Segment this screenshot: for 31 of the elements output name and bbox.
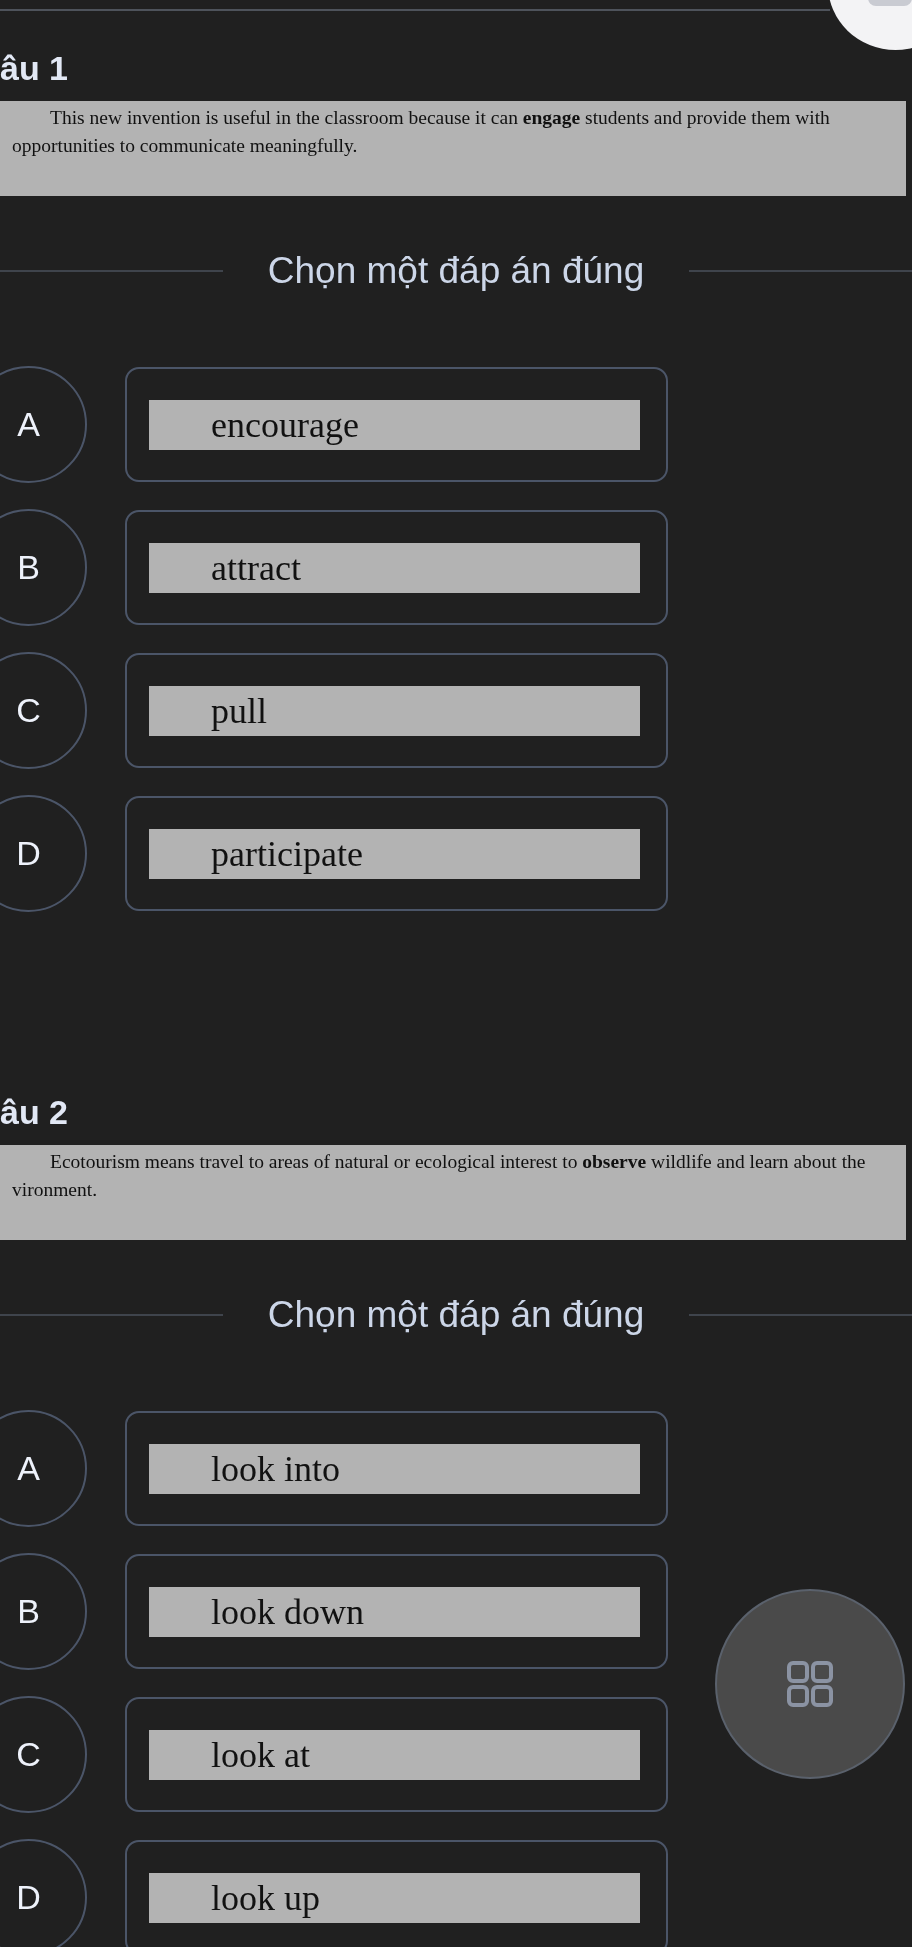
answer-card[interactable]: look into — [125, 1411, 668, 1526]
answer-text: encourage — [149, 399, 640, 450]
option-letter[interactable]: D — [0, 1839, 87, 1947]
answer-card[interactable]: look at — [125, 1697, 668, 1812]
option-letter[interactable]: C — [0, 1696, 87, 1813]
instruction-text: Chọn một đáp án đúng — [266, 249, 646, 293]
option-letter[interactable]: D — [0, 795, 87, 912]
answer-card[interactable]: pull — [125, 653, 668, 768]
option-letter[interactable]: B — [0, 1553, 87, 1670]
answer-text: look at — [149, 1729, 640, 1780]
instruction-text: Chọn một đáp án đúng — [266, 1293, 646, 1337]
option-letter[interactable]: A — [0, 1410, 87, 1527]
option-letter[interactable]: A — [0, 366, 87, 483]
answer-card[interactable]: look up — [125, 1840, 668, 1947]
question-heading: âu 1 — [0, 48, 69, 88]
question-text: Ecotourism means travel to areas of natural or ecological interest to observe wildlife and learn about the vironment. — [12, 1150, 867, 1202]
answer-text: participate — [149, 828, 640, 879]
option-letter[interactable]: C — [0, 652, 87, 769]
option-letter[interactable]: B — [0, 509, 87, 626]
answer-text: look into — [149, 1443, 640, 1494]
question-text: This new invention is useful in the classroom because it can engage students and provide them with opportunities to communicate meaningfully. — [12, 106, 831, 158]
grid-icon — [786, 1660, 834, 1708]
answer-text: look up — [149, 1872, 640, 1923]
answer-card[interactable]: participate — [125, 796, 668, 911]
answer-card[interactable]: look down — [125, 1554, 668, 1669]
answer-text: pull — [149, 685, 640, 736]
answer-card[interactable]: encourage — [125, 367, 668, 482]
question-heading: âu 2 — [0, 1092, 69, 1132]
answer-card[interactable]: attract — [125, 510, 668, 625]
answer-text: look down — [149, 1586, 640, 1637]
answer-text: attract — [149, 542, 640, 593]
